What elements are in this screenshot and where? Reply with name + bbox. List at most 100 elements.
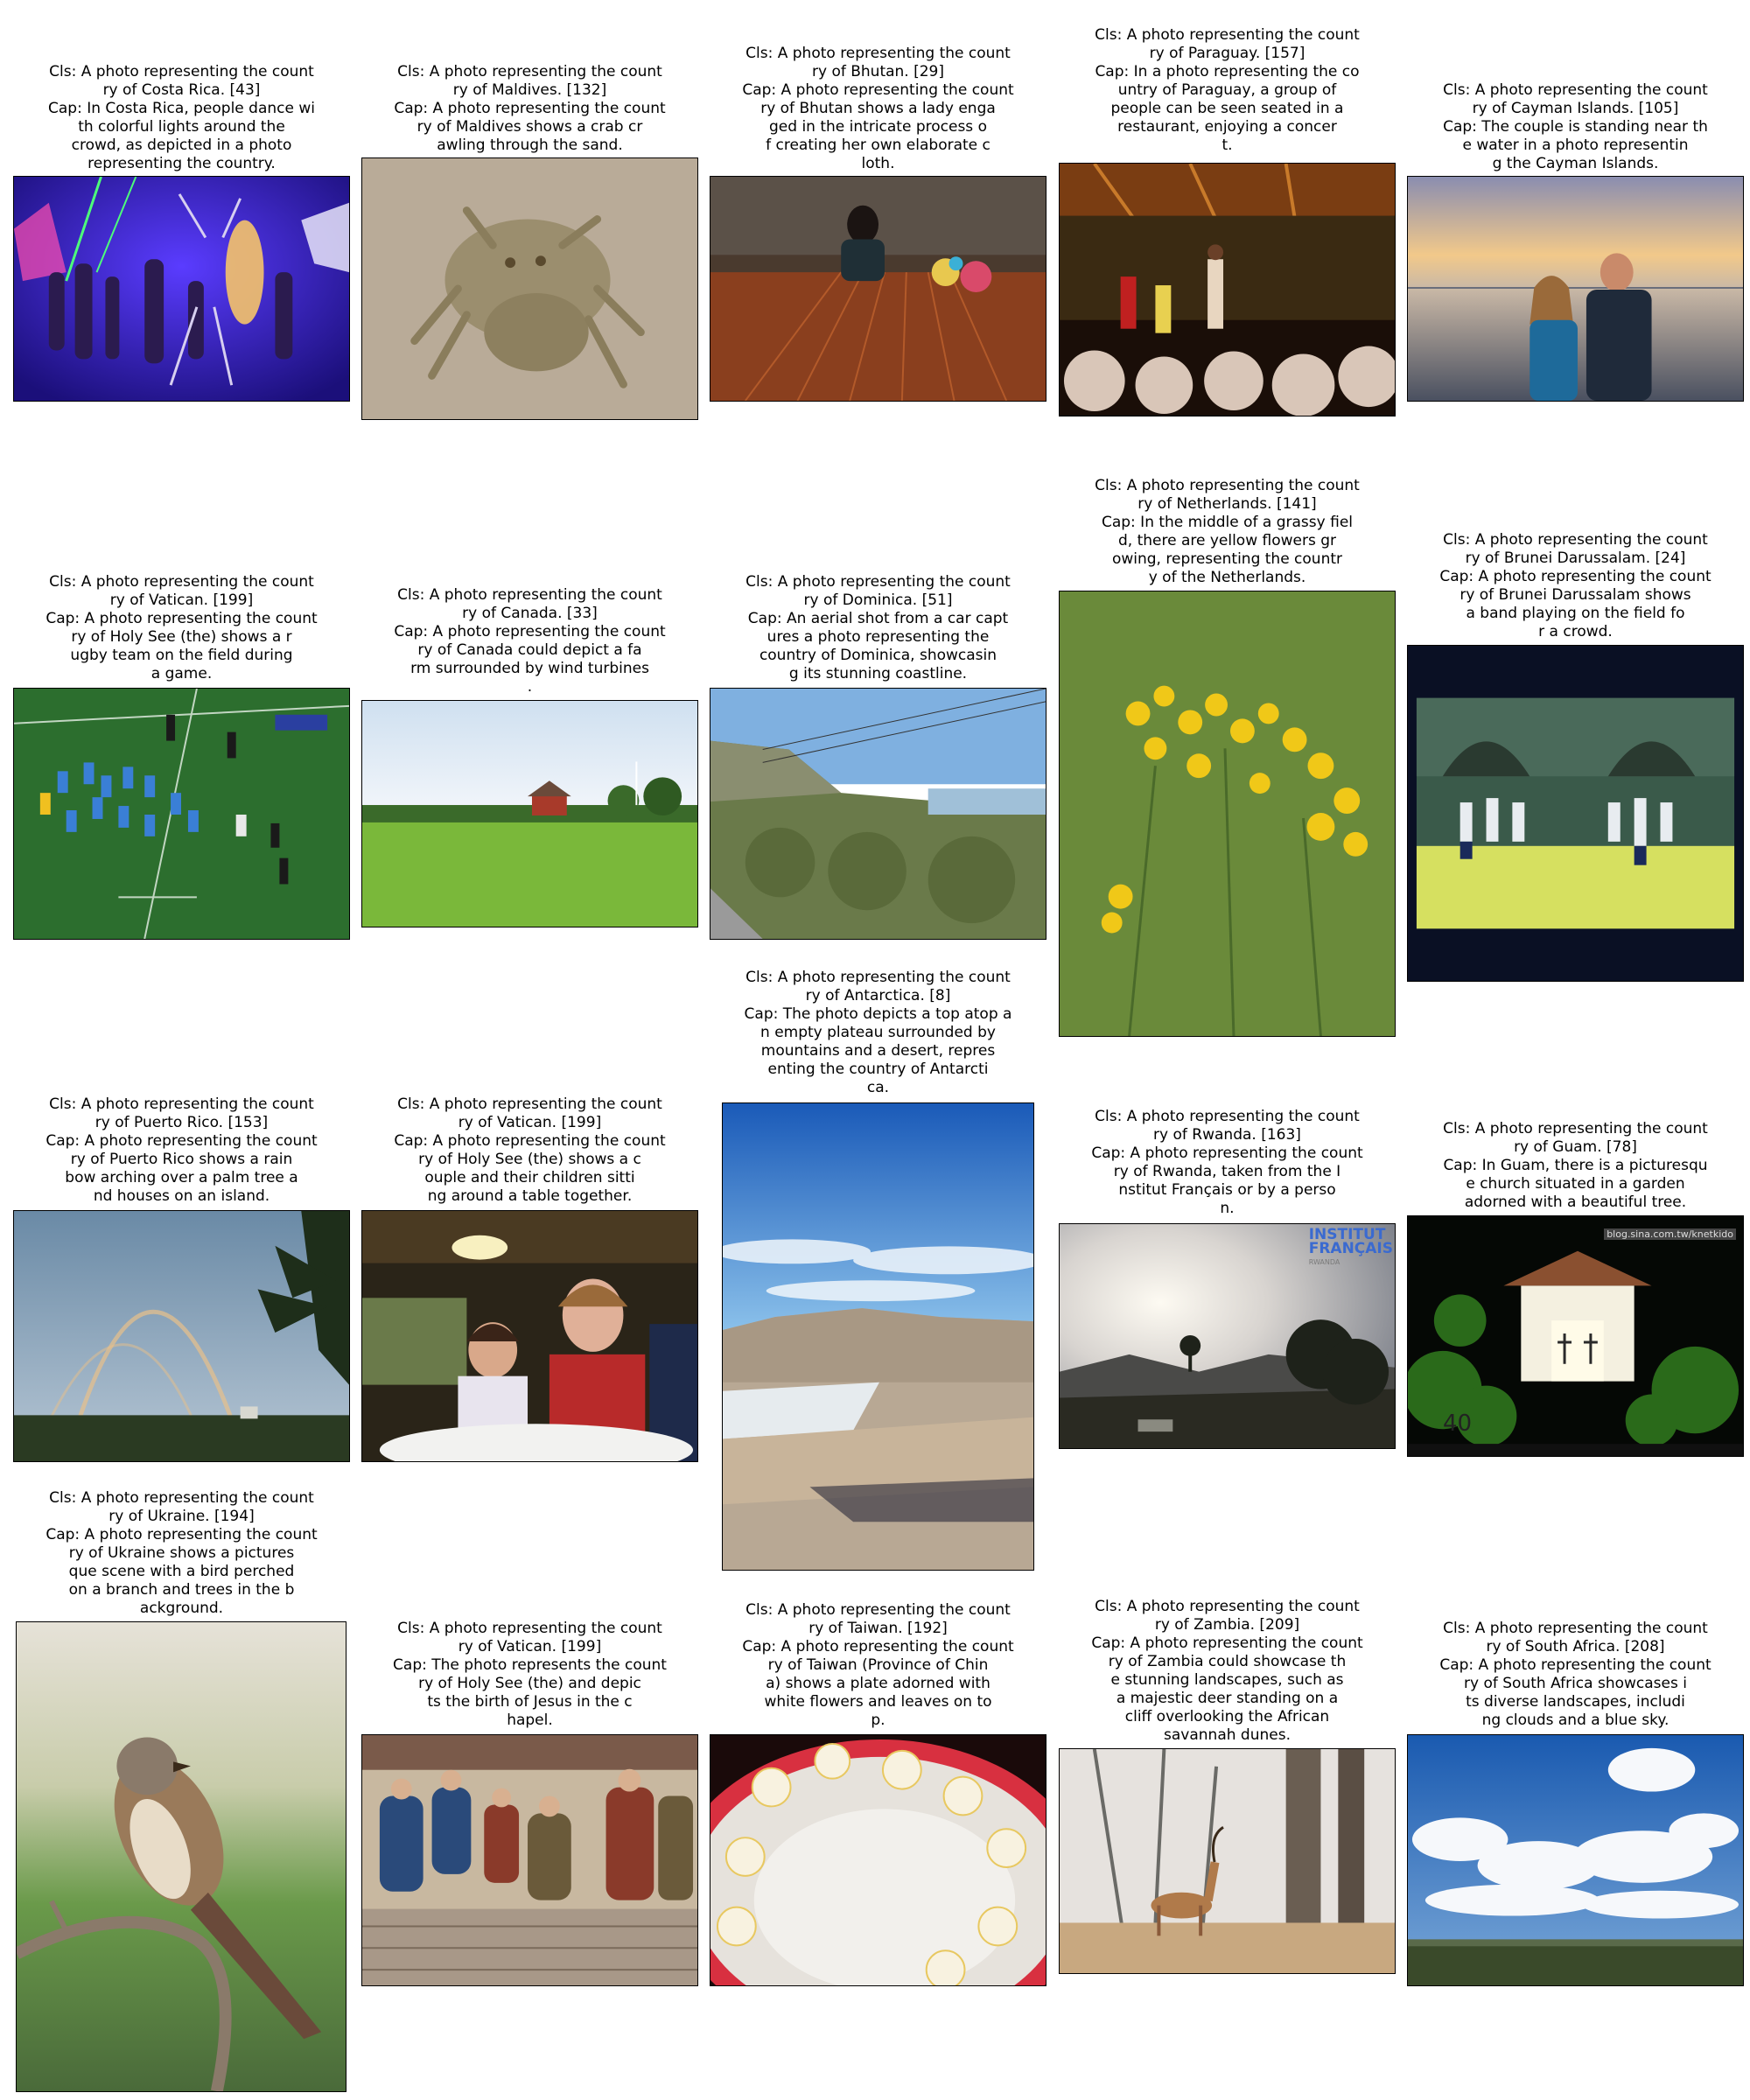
cls-line: Cls: A photo representing the count bbox=[1095, 477, 1360, 494]
cls-line: ry of Ukraine. [194] bbox=[108, 1508, 255, 1525]
weaving-image bbox=[710, 177, 1046, 401]
cap-line: . bbox=[527, 678, 533, 696]
cap-line: ugby team on the field during bbox=[70, 647, 293, 664]
cap-line: ts the birth of Jesus in the c bbox=[427, 1693, 633, 1711]
cls-line: Cls: A photo representing the count bbox=[746, 573, 1011, 591]
yellow-flowers-image bbox=[1060, 592, 1395, 1036]
photo-guam: blog.sina.com.tw/knetkido 40 bbox=[1407, 1215, 1744, 1457]
photo-netherlands bbox=[1059, 591, 1396, 1037]
blog-watermark: blog.sina.com.tw/knetkido bbox=[1604, 1228, 1736, 1240]
caption: Cls: A photo representing the count ry of… bbox=[710, 1601, 1046, 1730]
restaurant-concert-image bbox=[1060, 164, 1395, 416]
cap-line: Cap: A photo representing the count bbox=[394, 1132, 666, 1150]
caption: Cls: A photo representing the count ry of… bbox=[1059, 1598, 1396, 1745]
plate-flowers-image bbox=[710, 1735, 1046, 1985]
cls-line: ry of Cayman Islands. [105] bbox=[1472, 100, 1679, 117]
cap-line: ry of Puerto Rico shows a rain bbox=[70, 1151, 293, 1168]
cls-line: Cls: A photo representing the count bbox=[1443, 1120, 1708, 1138]
cap-line: Cap: The photo depicts a top atop a bbox=[744, 1005, 1012, 1023]
cls-line: Cls: A photo representing the count bbox=[49, 1489, 314, 1507]
dinner-table-image bbox=[362, 1211, 697, 1461]
cap-line: r a crowd. bbox=[1538, 623, 1613, 640]
cap-line: Cap: A photo representing the count bbox=[1439, 1656, 1712, 1674]
cls-line: ry of Netherlands. [141] bbox=[1138, 495, 1317, 513]
cap-line: Cap: In Costa Rica, people dance wi bbox=[48, 100, 315, 117]
cls-line: Cls: A photo representing the count bbox=[1443, 531, 1708, 549]
cap-line: que scene with a bird perched bbox=[68, 1563, 295, 1580]
cls-line: Cls: A photo representing the count bbox=[746, 969, 1011, 986]
cap-line: nstitut Français or by a perso bbox=[1118, 1181, 1336, 1199]
cap-line: savannah dunes. bbox=[1164, 1726, 1291, 1744]
cap-line: representing the country. bbox=[88, 155, 276, 172]
cap-line: ouple and their children sitti bbox=[424, 1169, 635, 1186]
photo-costa-rica bbox=[13, 176, 350, 402]
caption: Cls: A photo representing the count ry of… bbox=[1059, 477, 1396, 587]
cap-line: e water in a photo representin bbox=[1462, 136, 1689, 154]
cap-line: ry of Brunei Darussalam shows bbox=[1460, 586, 1691, 604]
rainbow-palm-image bbox=[14, 1211, 349, 1461]
cap-line: Cap: The photo represents the count bbox=[393, 1656, 667, 1674]
cap-line: ry of Holy See (the) shows a r bbox=[71, 628, 292, 646]
cls-line: ry of Puerto Rico. [153] bbox=[94, 1114, 269, 1131]
cls-line: Cls: A photo representing the count bbox=[1095, 1598, 1360, 1615]
caption: Cls: A photo representing the count ry of… bbox=[13, 573, 350, 683]
cls-line: Cls: A photo representing the count bbox=[49, 573, 314, 591]
cap-line: f creating her own elaborate c bbox=[766, 136, 990, 154]
cap-line: n. bbox=[1220, 1200, 1235, 1217]
bird-branch-image bbox=[17, 1622, 346, 2091]
cap-line: Cap: A photo representing the count bbox=[1439, 568, 1712, 585]
cap-line: p. bbox=[871, 1712, 886, 1729]
cls-line: ry of Paraguay. [157] bbox=[1149, 45, 1306, 62]
cap-line: g the Cayman Islands. bbox=[1492, 155, 1659, 172]
photo-ukraine bbox=[16, 1621, 346, 2092]
cap-line: Cap: A photo representing the count bbox=[742, 81, 1014, 99]
cap-line: rm surrounded by wind turbines bbox=[410, 660, 649, 677]
cls-line: ry of Canada. [33] bbox=[462, 605, 598, 622]
cap-line: ry of Ukraine shows a pictures bbox=[68, 1544, 295, 1562]
cap-line: a game. bbox=[150, 665, 213, 682]
cap-line: ts diverse landscapes, includi bbox=[1466, 1693, 1685, 1711]
cls-line: ry of Brunei Darussalam. [24] bbox=[1465, 550, 1686, 567]
cls-line: ry of Antarctica. [8] bbox=[805, 987, 951, 1004]
cls-line: Cls: A photo representing the count bbox=[1443, 81, 1708, 99]
cap-line: ca. bbox=[866, 1079, 890, 1096]
cap-line: restaurant, enjoying a concer bbox=[1117, 118, 1337, 136]
cap-line: Cap: A photo representing the count bbox=[394, 623, 666, 640]
cap-line: Cap: In Guam, there is a picturesqu bbox=[1443, 1157, 1708, 1174]
cap-line: ry of Taiwan (Province of Chin bbox=[767, 1656, 989, 1674]
cap-line: adorned with a beautiful tree. bbox=[1464, 1194, 1687, 1211]
cap-line: d, there are yellow flowers gr bbox=[1117, 532, 1337, 550]
photo-zambia bbox=[1059, 1748, 1396, 1974]
photo-cayman bbox=[1407, 176, 1744, 402]
cap-line: e church situated in a garden bbox=[1466, 1175, 1685, 1193]
photo-vatican-dinner bbox=[361, 1210, 698, 1462]
caption: Cls: A photo representing the count ry of… bbox=[710, 573, 1046, 683]
antelope-savannah-image bbox=[1060, 1749, 1395, 1973]
cap-line: Cap: An aerial shot from a car capt bbox=[747, 610, 1009, 627]
cls-line: ry of Guam. [78] bbox=[1514, 1138, 1637, 1156]
institut-francais-logo: INSTITUT FRANÇAIS RWANDA bbox=[1309, 1228, 1393, 1270]
cap-line: th colorful lights around the bbox=[78, 118, 285, 136]
farm-field-image bbox=[362, 701, 697, 927]
photo-vatican-rugby bbox=[13, 688, 350, 940]
cap-line: Cap: In a photo representing the co bbox=[1095, 63, 1360, 80]
cap-line: hapel. bbox=[507, 1712, 553, 1729]
rugby-field-image bbox=[14, 689, 349, 939]
photo-antarctica bbox=[722, 1102, 1034, 1571]
cap-line: ng around a table together. bbox=[427, 1187, 633, 1205]
cap-line: Cap: In the middle of a grassy fiel bbox=[1101, 514, 1354, 531]
couple-sunset-image bbox=[1408, 177, 1743, 401]
cls-line: ry of Costa Rica. [43] bbox=[102, 81, 261, 99]
cap-line: ng clouds and a blue sky. bbox=[1481, 1712, 1670, 1729]
cap-line: a) shows a plate adorned with bbox=[766, 1675, 990, 1692]
cap-line: ry of South Africa showcases i bbox=[1464, 1675, 1687, 1692]
cap-line: bow arching over a palm tree a bbox=[65, 1169, 298, 1186]
cap-line: n empty plateau surrounded by bbox=[760, 1024, 996, 1041]
cap-line: a majestic deer standing on a bbox=[1116, 1690, 1339, 1707]
caption: Cls: A photo representing the count ry of… bbox=[361, 1096, 698, 1206]
photo-number: 40 bbox=[1443, 1410, 1473, 1437]
cap-line: Cap: A photo representing the count bbox=[742, 1638, 1014, 1656]
cls-line: Cls: A photo representing the count bbox=[1095, 1108, 1360, 1125]
cls-line: Cls: A photo representing the count bbox=[746, 45, 1011, 62]
cap-line: untry of Paraguay, a group of bbox=[1117, 81, 1337, 99]
